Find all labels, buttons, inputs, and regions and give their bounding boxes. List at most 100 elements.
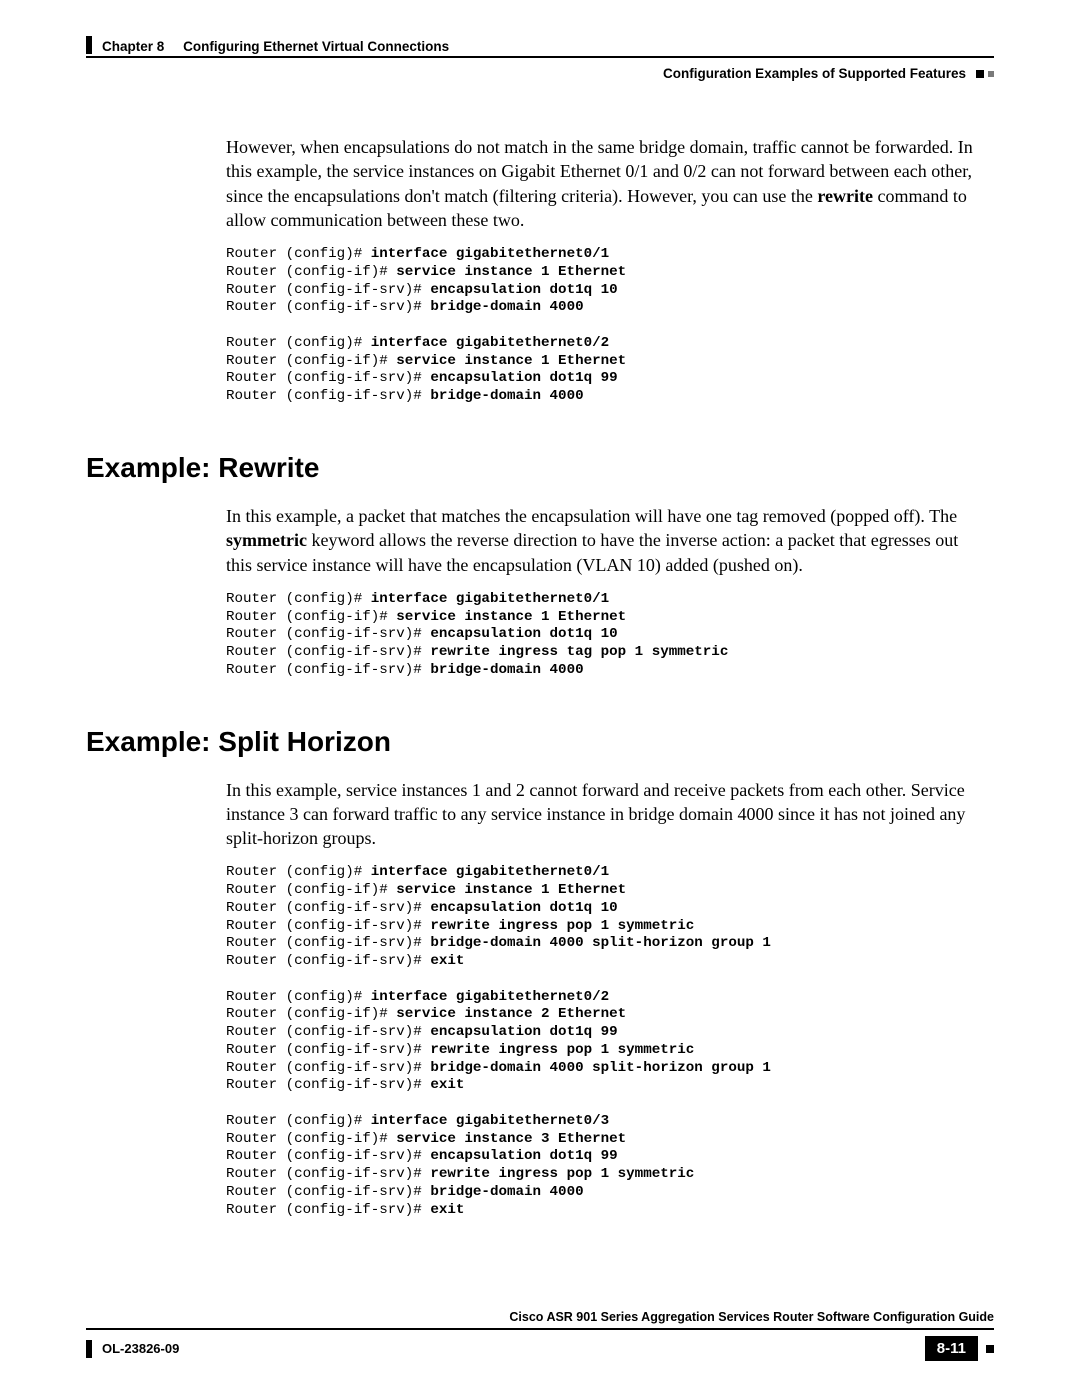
code-line — [226, 971, 994, 989]
code-command: encapsulation dot1q 10 — [430, 282, 617, 298]
heading-split-horizon: Example: Split Horizon — [86, 726, 994, 758]
code-line: Router (config-if-srv)# rewrite ingress … — [226, 1166, 994, 1184]
code-prompt: Router (config)# — [226, 246, 371, 262]
code-line: Router (config-if-srv)# rewrite ingress … — [226, 918, 994, 936]
code-line: Router (config-if-srv)# bridge-domain 40… — [226, 662, 994, 680]
page-header: Chapter 8 Configuring Ethernet Virtual C… — [86, 36, 994, 54]
footer-book-title: Cisco ASR 901 Series Aggregation Service… — [86, 1310, 994, 1324]
intro-paragraph: However, when encapsulations do not matc… — [226, 135, 986, 232]
chapter-label: Chapter 8 — [102, 39, 164, 54]
code-prompt: Router (config)# — [226, 864, 371, 880]
code-command: interface gigabitethernet0/3 — [371, 1113, 609, 1129]
code-prompt: Router (config-if)# — [226, 1006, 396, 1022]
code-command: service instance 1 Ethernet — [396, 882, 626, 898]
code-line: Router (config-if-srv)# bridge-domain 40… — [226, 1060, 994, 1078]
footer-doc-id: OL-23826-09 — [102, 1341, 179, 1356]
code-block-2: Router (config)# interface gigabitethern… — [226, 591, 994, 680]
code-command: interface gigabitethernet0/2 — [371, 335, 609, 351]
code-line: Router (config-if)# service instance 1 E… — [226, 609, 994, 627]
code-line — [226, 1095, 994, 1113]
footer-rule — [86, 1328, 994, 1330]
code-prompt: Router (config-if-srv)# — [226, 644, 430, 660]
page-number-badge: 8-11 — [925, 1336, 978, 1361]
code-line: Router (config)# interface gigabitethern… — [226, 591, 994, 609]
code-command: service instance 1 Ethernet — [396, 609, 626, 625]
code-prompt: Router (config-if-srv)# — [226, 1042, 430, 1058]
code-prompt: Router (config-if)# — [226, 609, 396, 625]
code-line: Router (config-if-srv)# bridge-domain 40… — [226, 1184, 994, 1202]
code-prompt: Router (config-if-srv)# — [226, 388, 430, 404]
code-line: Router (config-if-srv)# encapsulation do… — [226, 900, 994, 918]
header-left-bar-icon — [86, 36, 92, 54]
section-title: Configuration Examples of Supported Feat… — [663, 66, 966, 81]
code-prompt: Router (config-if-srv)# — [226, 1166, 430, 1182]
code-prompt: Router (config-if-srv)# — [226, 1077, 430, 1093]
code-block-1: Router (config)# interface gigabitethern… — [226, 246, 994, 406]
code-line: Router (config-if-srv)# encapsulation do… — [226, 282, 994, 300]
code-command: rewrite ingress pop 1 symmetric — [430, 1042, 694, 1058]
code-command: encapsulation dot1q 99 — [430, 1148, 617, 1164]
code-command: exit — [430, 1077, 464, 1093]
code-command: bridge-domain 4000 — [430, 299, 583, 315]
code-line: Router (config)# interface gigabitethern… — [226, 246, 994, 264]
code-line: Router (config)# interface gigabitethern… — [226, 1113, 994, 1131]
code-command: rewrite ingress pop 1 symmetric — [430, 1166, 694, 1182]
code-command: service instance 1 Ethernet — [396, 353, 626, 369]
code-prompt: Router (config-if-srv)# — [226, 626, 430, 642]
footer-left-bar-icon — [86, 1340, 92, 1358]
code-prompt: Router (config-if-srv)# — [226, 953, 430, 969]
code-prompt: Router (config-if-srv)# — [226, 900, 430, 916]
code-command: service instance 2 Ethernet — [396, 1006, 626, 1022]
code-line: Router (config-if)# service instance 1 E… — [226, 353, 994, 371]
code-prompt: Router (config-if-srv)# — [226, 299, 430, 315]
code-line: Router (config)# interface gigabitethern… — [226, 864, 994, 882]
code-prompt: Router (config)# — [226, 989, 371, 1005]
code-command: encapsulation dot1q 10 — [430, 900, 617, 916]
code-command: encapsulation dot1q 99 — [430, 1024, 617, 1040]
code-command: interface gigabitethernet0/1 — [371, 864, 609, 880]
code-prompt: Router (config-if-srv)# — [226, 370, 430, 386]
code-line: Router (config-if-srv)# encapsulation do… — [226, 626, 994, 644]
code-prompt: Router (config-if)# — [226, 1131, 396, 1147]
code-prompt: Router (config-if-srv)# — [226, 1148, 430, 1164]
code-command: rewrite ingress tag pop 1 symmetric — [430, 644, 728, 660]
code-line: Router (config-if)# service instance 2 E… — [226, 1006, 994, 1024]
code-prompt: Router (config-if-srv)# — [226, 1184, 430, 1200]
code-command: bridge-domain 4000 split-horizon group 1 — [430, 1060, 771, 1076]
code-prompt: Router (config-if-srv)# — [226, 1060, 430, 1076]
code-line: Router (config-if)# service instance 1 E… — [226, 882, 994, 900]
code-prompt: Router (config-if-srv)# — [226, 662, 430, 678]
code-command: rewrite ingress pop 1 symmetric — [430, 918, 694, 934]
code-prompt: Router (config-if-srv)# — [226, 918, 430, 934]
page-footer: Cisco ASR 901 Series Aggregation Service… — [86, 1328, 994, 1361]
rewrite-text-c: keyword allows the reverse direction to … — [226, 530, 958, 574]
code-command: bridge-domain 4000 — [430, 1184, 583, 1200]
chapter-title: Configuring Ethernet Virtual Connections — [183, 39, 449, 54]
code-line: Router (config-if-srv)# rewrite ingress … — [226, 644, 994, 662]
code-line: Router (config-if-srv)# exit — [226, 1202, 994, 1220]
code-command: bridge-domain 4000 — [430, 662, 583, 678]
intro-bold-rewrite: rewrite — [817, 186, 873, 206]
code-line: Router (config-if-srv)# exit — [226, 1077, 994, 1095]
code-line: Router (config-if-srv)# bridge-domain 40… — [226, 299, 994, 317]
code-line: Router (config-if)# service instance 1 E… — [226, 264, 994, 282]
code-line: Router (config-if-srv)# bridge-domain 40… — [226, 388, 994, 406]
code-command: interface gigabitethernet0/2 — [371, 989, 609, 1005]
code-block-3: Router (config)# interface gigabitethern… — [226, 864, 994, 1219]
code-line: Router (config)# interface gigabitethern… — [226, 989, 994, 1007]
header-right-mark-icon — [976, 70, 984, 78]
code-prompt: Router (config)# — [226, 335, 371, 351]
code-command: bridge-domain 4000 split-horizon group 1 — [430, 935, 771, 951]
code-prompt: Router (config-if)# — [226, 353, 396, 369]
code-command: encapsulation dot1q 99 — [430, 370, 617, 386]
code-line: Router (config-if-srv)# rewrite ingress … — [226, 1042, 994, 1060]
code-prompt: Router (config-if-srv)# — [226, 1024, 430, 1040]
code-command: service instance 3 Ethernet — [396, 1131, 626, 1147]
code-line: Router (config-if-srv)# bridge-domain 40… — [226, 935, 994, 953]
code-line: Router (config-if-srv)# exit — [226, 953, 994, 971]
code-line: Router (config-if-srv)# encapsulation do… — [226, 1024, 994, 1042]
code-prompt: Router (config)# — [226, 1113, 371, 1129]
code-prompt: Router (config-if)# — [226, 882, 396, 898]
rewrite-text-a: In this example, a packet that matches t… — [226, 506, 957, 526]
code-command: encapsulation dot1q 10 — [430, 626, 617, 642]
